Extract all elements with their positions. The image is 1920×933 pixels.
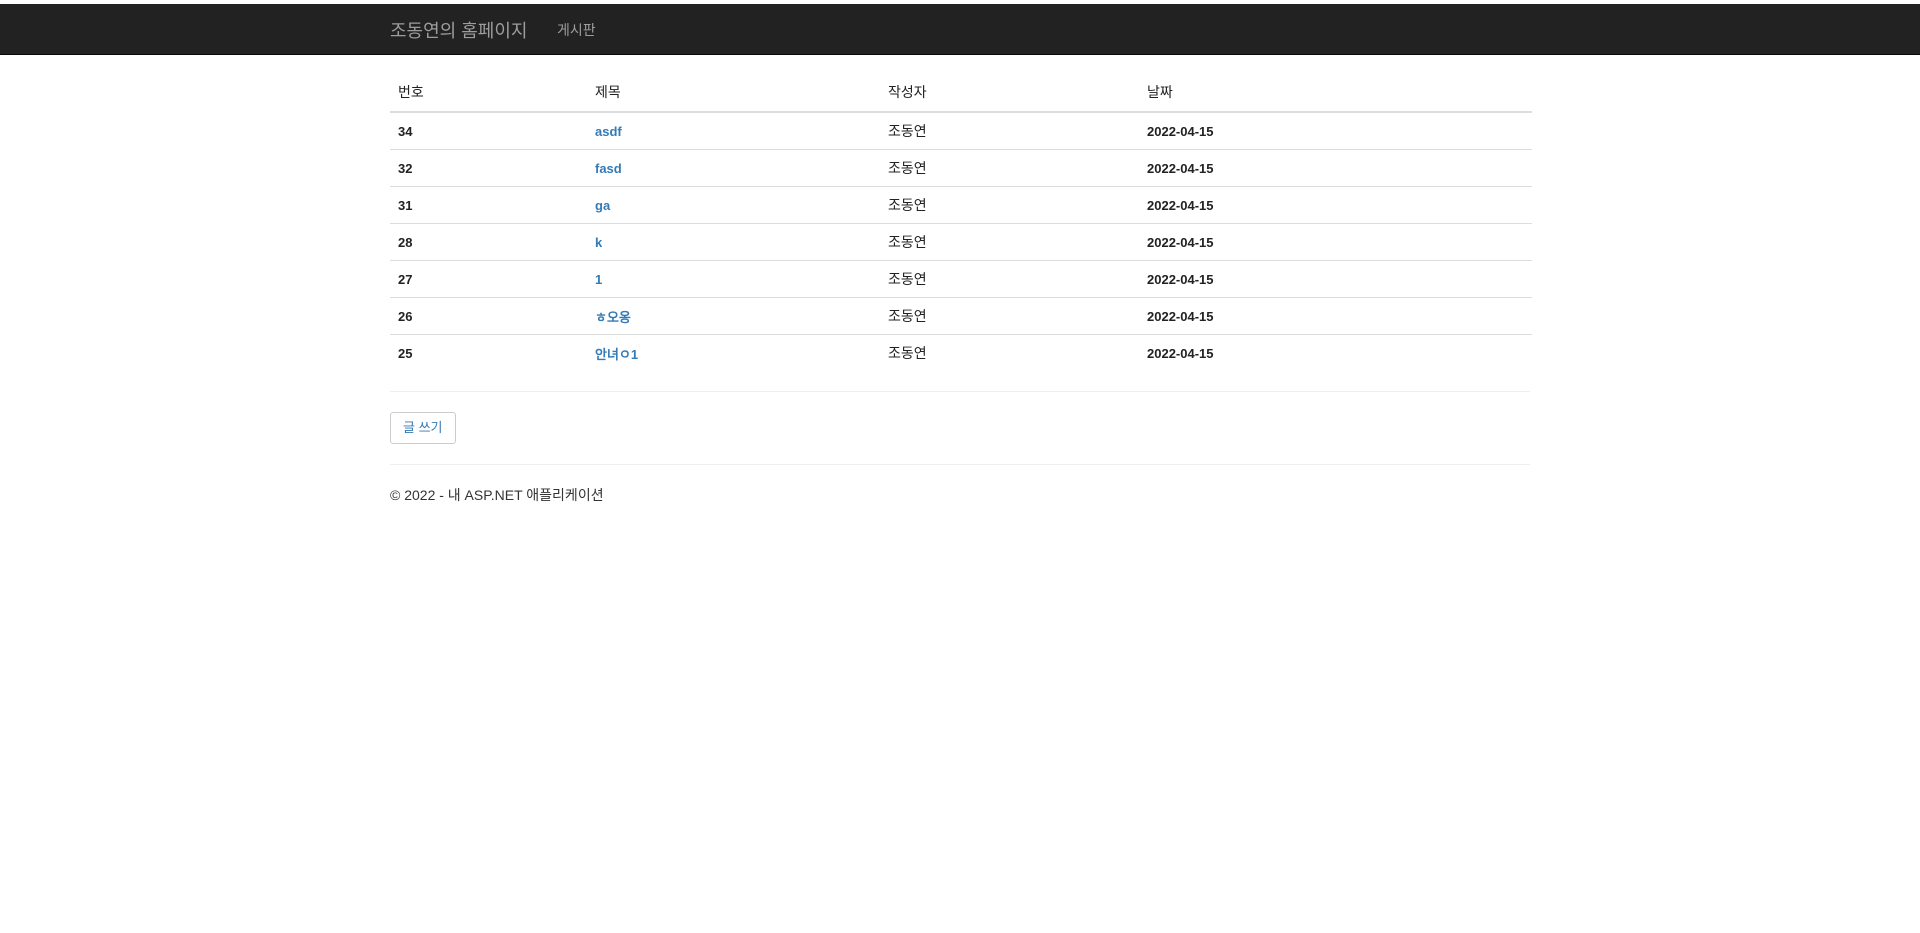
board-table: 번호 제목 작성자 날짜 34 asdf 조동연 2022-04-15 32 f… — [390, 73, 1532, 371]
row-title-link[interactable]: ga — [595, 198, 610, 213]
row-author: 조동연 — [880, 186, 1139, 224]
main-container: 번호 제목 작성자 날짜 34 asdf 조동연 2022-04-15 32 f… — [390, 73, 1532, 505]
row-title-cell: ㅎ오옹 — [587, 297, 880, 335]
header-author: 작성자 — [880, 73, 1139, 113]
row-author: 조동연 — [880, 297, 1139, 335]
row-date: 2022-04-15 — [1147, 123, 1214, 139]
row-title-link[interactable]: fasd — [595, 161, 622, 176]
row-author: 조동연 — [880, 149, 1139, 187]
table-header-row: 번호 제목 작성자 날짜 — [390, 73, 1532, 113]
table-row: 26 ㅎ오옹 조동연 2022-04-15 — [390, 297, 1532, 335]
row-date: 2022-04-15 — [1139, 334, 1532, 371]
table-row: 34 asdf 조동연 2022-04-15 — [390, 112, 1532, 150]
row-title-link[interactable]: 1 — [595, 272, 602, 287]
row-date: 2022-04-15 — [1139, 186, 1532, 224]
row-number: 34 — [398, 123, 413, 139]
table-row: 31 ga 조동연 2022-04-15 — [390, 186, 1532, 224]
header-number: 번호 — [390, 73, 587, 113]
nav-link-board[interactable]: 게시판 — [557, 20, 596, 40]
row-title-cell: fasd — [587, 149, 880, 187]
row-date: 2022-04-15 — [1139, 149, 1532, 187]
row-date: 2022-04-15 — [1139, 297, 1532, 335]
row-title-cell: 1 — [587, 260, 880, 298]
row-title-link[interactable]: 안녀ㅇ1 — [595, 347, 638, 362]
row-title-cell: k — [587, 223, 880, 261]
brand-link[interactable]: 조동연의 홈페이지 — [390, 17, 527, 43]
row-number: 31 — [390, 186, 587, 224]
row-number: 32 — [390, 149, 587, 187]
row-title-link[interactable]: ㅎ오옹 — [595, 310, 631, 325]
table-row: 27 1 조동연 2022-04-15 — [390, 260, 1532, 298]
write-post-button[interactable]: 글 쓰기 — [390, 412, 456, 444]
row-title-cell: 안녀ㅇ1 — [587, 334, 880, 371]
footer-divider — [390, 464, 1530, 465]
row-author: 조동연 — [888, 123, 927, 139]
navbar: 조동연의 홈페이지 게시판 — [0, 4, 1920, 55]
navbar-inner: 조동연의 홈페이지 게시판 — [375, 4, 1545, 54]
row-author: 조동연 — [880, 260, 1139, 298]
table-row: 28 k 조동연 2022-04-15 — [390, 223, 1532, 261]
header-title: 제목 — [587, 73, 880, 113]
header-date: 날짜 — [1139, 73, 1532, 113]
divider — [390, 391, 1530, 392]
row-date: 2022-04-15 — [1139, 260, 1532, 298]
footer-copyright: © 2022 - 내 ASP.NET 애플리케이션 — [390, 487, 604, 503]
row-number: 25 — [390, 334, 587, 371]
row-author: 조동연 — [880, 223, 1139, 261]
row-title-link[interactable]: asdf — [595, 124, 622, 139]
row-number: 26 — [390, 297, 587, 335]
footer: © 2022 - 내 ASP.NET 애플리케이션 — [390, 485, 1530, 505]
row-number: 27 — [390, 260, 587, 298]
row-title-link[interactable]: k — [595, 235, 602, 250]
row-author: 조동연 — [880, 334, 1139, 371]
row-title-cell: asdf — [587, 112, 880, 150]
row-number: 28 — [390, 223, 587, 261]
row-date: 2022-04-15 — [1139, 223, 1532, 261]
table-row: 32 fasd 조동연 2022-04-15 — [390, 149, 1532, 187]
table-row: 25 안녀ㅇ1 조동연 2022-04-15 — [390, 334, 1532, 371]
row-title-cell: ga — [587, 186, 880, 224]
